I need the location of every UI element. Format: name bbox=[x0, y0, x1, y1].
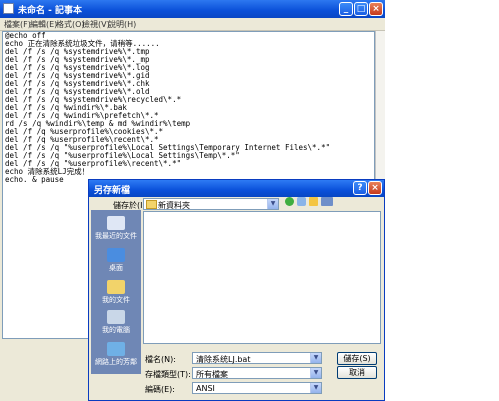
save-in-value: 新資料夾 bbox=[158, 201, 190, 210]
file-list[interactable] bbox=[143, 211, 381, 344]
notepad-app-icon bbox=[3, 3, 14, 14]
save-button[interactable]: 儲存(S) bbox=[337, 352, 377, 365]
menu-view[interactable]: 檢視(V) bbox=[82, 19, 110, 30]
notepad-title: 未命名 - 記事本 bbox=[18, 6, 83, 16]
place-label: 網路上的芳鄰 bbox=[95, 358, 137, 366]
desktop-icon bbox=[107, 248, 125, 262]
menu-format[interactable]: 格式(O) bbox=[56, 19, 85, 30]
place-label: 桌面 bbox=[109, 264, 123, 272]
filename-label: 檔名(N): bbox=[145, 355, 176, 364]
cancel-button[interactable]: 取消 bbox=[337, 366, 377, 379]
filetype-label: 存檔類型(T): bbox=[145, 370, 191, 379]
chevron-down-icon[interactable]: ▼ bbox=[310, 368, 321, 378]
chevron-down-icon[interactable]: ▼ bbox=[310, 383, 321, 393]
filetype-dropdown[interactable]: 所有檔案 ▼ bbox=[192, 367, 322, 379]
recent-documents-icon bbox=[107, 216, 125, 230]
place-network[interactable]: 網路上的芳鄰 bbox=[91, 342, 141, 367]
new-folder-icon[interactable] bbox=[309, 197, 318, 206]
minimize-button[interactable]: _ bbox=[339, 2, 353, 16]
place-label: 我最近的文件 bbox=[95, 232, 137, 240]
encoding-dropdown[interactable]: ANSI ▼ bbox=[192, 382, 322, 394]
my-documents-icon bbox=[107, 280, 125, 294]
view-menu-icon[interactable] bbox=[321, 197, 333, 206]
network-places-icon bbox=[107, 342, 125, 356]
menu-help[interactable]: 說明(H) bbox=[108, 19, 136, 30]
my-computer-icon bbox=[107, 310, 125, 324]
places-bar: 我最近的文件 桌面 我的文件 我的電腦 網路上的芳鄰 bbox=[91, 210, 141, 374]
text-line: echo. & pause bbox=[5, 175, 64, 184]
place-my-computer[interactable]: 我的電腦 bbox=[91, 310, 141, 335]
dialog-close-button[interactable]: × bbox=[368, 181, 382, 195]
filename-value: 清除系统LJ.bat bbox=[196, 355, 251, 364]
place-desktop[interactable]: 桌面 bbox=[91, 248, 141, 273]
dialog-title: 另存新檔 bbox=[94, 186, 131, 196]
filename-input[interactable]: 清除系统LJ.bat ▼ bbox=[192, 352, 322, 364]
dialog-titlebar[interactable]: 另存新檔 ? × bbox=[89, 180, 384, 197]
place-recent[interactable]: 我最近的文件 bbox=[91, 216, 141, 241]
folder-icon bbox=[146, 200, 157, 209]
chevron-down-icon[interactable]: ▼ bbox=[267, 199, 278, 209]
menu-bar: 檔案(F) 編輯(E) 格式(O) 檢視(V) 說明(H) bbox=[0, 18, 385, 31]
maximize-button[interactable]: □ bbox=[354, 2, 368, 16]
help-button[interactable]: ? bbox=[353, 181, 367, 195]
encoding-label: 編碼(E): bbox=[145, 385, 175, 394]
up-folder-icon[interactable] bbox=[297, 197, 306, 206]
encoding-value: ANSI bbox=[196, 384, 215, 393]
chevron-down-icon[interactable]: ▼ bbox=[310, 353, 321, 363]
filetype-value: 所有檔案 bbox=[196, 370, 228, 379]
back-icon[interactable] bbox=[285, 197, 294, 206]
place-my-documents[interactable]: 我的文件 bbox=[91, 280, 141, 305]
menu-edit[interactable]: 編輯(E) bbox=[30, 19, 57, 30]
close-button[interactable]: × bbox=[369, 2, 383, 16]
place-label: 我的電腦 bbox=[102, 326, 130, 334]
menu-file[interactable]: 檔案(F) bbox=[4, 19, 31, 30]
notepad-titlebar[interactable]: 未命名 - 記事本 _ □ × bbox=[0, 0, 385, 18]
save-in-dropdown[interactable]: 新資料夾 ▼ bbox=[143, 198, 279, 210]
place-label: 我的文件 bbox=[102, 296, 130, 304]
